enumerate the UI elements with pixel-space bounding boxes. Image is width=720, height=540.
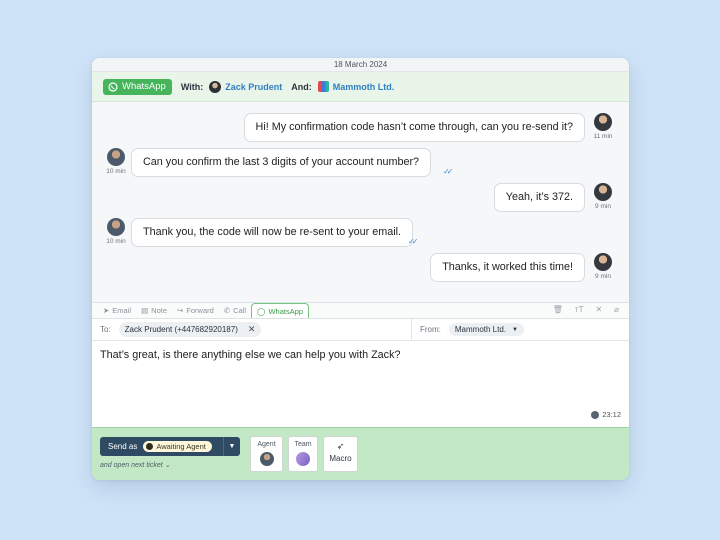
- ticket-panel: 18 March 2024 WhatsApp With: Zack Pruden…: [92, 58, 629, 480]
- tab-forward[interactable]: ↪ Forward: [172, 303, 219, 318]
- team-avatar: [296, 452, 310, 466]
- from-select[interactable]: Mammoth Ltd. ▼: [448, 323, 524, 336]
- tab-whatsapp[interactable]: ◯ WhatsApp: [251, 303, 310, 318]
- read-receipt-icon: ✓✓: [443, 167, 454, 176]
- reply-timer: 23:12: [591, 410, 621, 419]
- message-bubble: Can you confirm the last 3 digits of you…: [131, 148, 432, 177]
- phone-icon: ✆: [223, 306, 231, 315]
- agent-assign-button[interactable]: Agent: [250, 436, 283, 472]
- conversation-header: WhatsApp With: Zack Prudent And: Mammoth…: [92, 72, 629, 102]
- company-link[interactable]: Mammoth Ltd.: [317, 81, 395, 92]
- text-size-icon[interactable]: ᴛT: [575, 305, 584, 314]
- whatsapp-icon: [108, 81, 118, 92]
- tab-call[interactable]: ✆ Call: [219, 303, 251, 318]
- from-label: From:: [420, 325, 441, 334]
- address-row: To: Zack Prudent (+447682920187) ✕ From:…: [92, 319, 629, 341]
- from-value: Mammoth Ltd.: [454, 325, 507, 334]
- tab-label: Forward: [186, 306, 214, 315]
- read-receipt-icon: ✓✓: [408, 237, 419, 246]
- agent-label: Agent: [257, 441, 276, 448]
- company-logo: [317, 81, 329, 92]
- and-label: And:: [291, 81, 312, 92]
- agent-avatar: [107, 218, 125, 236]
- status-label: Awaiting Agent: [156, 442, 206, 451]
- tab-note[interactable]: ▤ Note: [136, 303, 172, 318]
- channel-label: WhatsApp: [122, 81, 166, 92]
- tab-label: Note: [151, 306, 167, 315]
- contact-link[interactable]: Zack Prudent: [209, 80, 283, 93]
- message-time: 11 min: [593, 133, 613, 140]
- chevron-down-icon: ▼: [512, 326, 518, 333]
- message-time: 9 min: [595, 273, 611, 280]
- trash-icon[interactable]: 🗑: [553, 305, 563, 314]
- with-label: With:: [180, 81, 204, 92]
- toolbar-actions: 🗑 ᴛT ✕ ⌀: [553, 305, 619, 314]
- to-field: To: Zack Prudent (+447682920187) ✕: [92, 319, 412, 340]
- send-as-button[interactable]: Send as Awaiting Agent ▼: [100, 437, 240, 456]
- timer-value: 23:12: [602, 410, 621, 419]
- customer-avatar: [594, 253, 612, 271]
- date-divider: 18 March 2024: [92, 58, 629, 72]
- message-bubble: Thanks, it worked this time!: [430, 253, 585, 282]
- message-customer: Hi! My confirmation code hasn’t come thr…: [243, 113, 615, 142]
- agent-avatar: [107, 148, 125, 166]
- contact-name: Zack Prudent: [225, 81, 283, 92]
- message-agent: 10 min Thank you, the code will now be r…: [104, 218, 414, 247]
- contact-avatar: [209, 80, 222, 93]
- message-customer: Thanks, it worked this time! 9 min: [430, 253, 615, 282]
- compose-area[interactable]: That’s great, is there anything else we …: [92, 341, 629, 427]
- message-bubble: Hi! My confirmation code hasn’t come thr…: [243, 113, 585, 142]
- recipient-chip[interactable]: Zack Prudent (+447682920187) ✕: [118, 322, 262, 337]
- send-label: Send as: [108, 442, 138, 451]
- tab-email[interactable]: ➤ Email: [98, 303, 136, 318]
- tools-icon[interactable]: ✕: [595, 305, 602, 314]
- macro-label: Macro: [329, 454, 352, 463]
- message-time: 10 min: [106, 238, 126, 245]
- team-assign-button[interactable]: Team: [288, 436, 318, 472]
- customer-avatar: [594, 183, 612, 201]
- customer-avatar: [594, 113, 612, 131]
- message-bubble: Thank you, the code will now be re-sent …: [131, 218, 414, 247]
- message-agent: 10 min Can you confirm the last 3 digits…: [104, 148, 432, 177]
- note-icon: ▤: [141, 306, 149, 315]
- forward-icon: ↪: [177, 306, 184, 315]
- remove-recipient-icon[interactable]: ✕: [248, 324, 256, 335]
- reply-footer: Send as Awaiting Agent ▼ and open next t…: [92, 427, 629, 480]
- tab-label: Email: [112, 306, 132, 315]
- tab-label: Call: [233, 306, 247, 315]
- company-name: Mammoth Ltd.: [332, 81, 395, 92]
- message-bubble: Yeah, it’s 372.: [493, 183, 585, 212]
- attachment-icon[interactable]: ⌀: [614, 305, 619, 314]
- to-label: To:: [100, 325, 111, 334]
- rocket-icon: ➶: [336, 441, 345, 451]
- chevron-down-icon[interactable]: ▼: [223, 437, 240, 456]
- macro-button[interactable]: ➶ Macro: [323, 436, 358, 472]
- next-ticket-option[interactable]: and open next ticket ⌄: [100, 461, 170, 469]
- from-field: From: Mammoth Ltd. ▼: [412, 319, 629, 340]
- send-icon: ➤: [103, 306, 110, 315]
- whatsapp-badge[interactable]: WhatsApp: [103, 78, 172, 95]
- message-thread: Hi! My confirmation code hasn’t come thr…: [92, 102, 629, 302]
- agent-avatar: [259, 452, 274, 466]
- message-time: 10 min: [106, 168, 126, 175]
- status-badge: Awaiting Agent: [143, 441, 212, 452]
- whatsapp-icon: ◯: [257, 306, 266, 316]
- reply-toolbar: ➤ Email ▤ Note ↪ Forward ✆ Call ◯ WhatsA…: [92, 302, 629, 319]
- message-customer: Yeah, it’s 372. 9 min: [493, 183, 615, 212]
- status-icon: [146, 443, 154, 450]
- clock-icon: [591, 410, 600, 419]
- message-time: 9 min: [595, 203, 611, 210]
- next-ticket-label: and open next ticket: [100, 462, 163, 469]
- team-label: Team: [294, 441, 312, 448]
- chevron-down-icon: ⌄: [164, 462, 171, 469]
- recipient-value: Zack Prudent (+447682920187): [124, 325, 238, 334]
- tab-label: WhatsApp: [268, 306, 304, 316]
- compose-text[interactable]: That’s great, is there anything else we …: [100, 349, 400, 361]
